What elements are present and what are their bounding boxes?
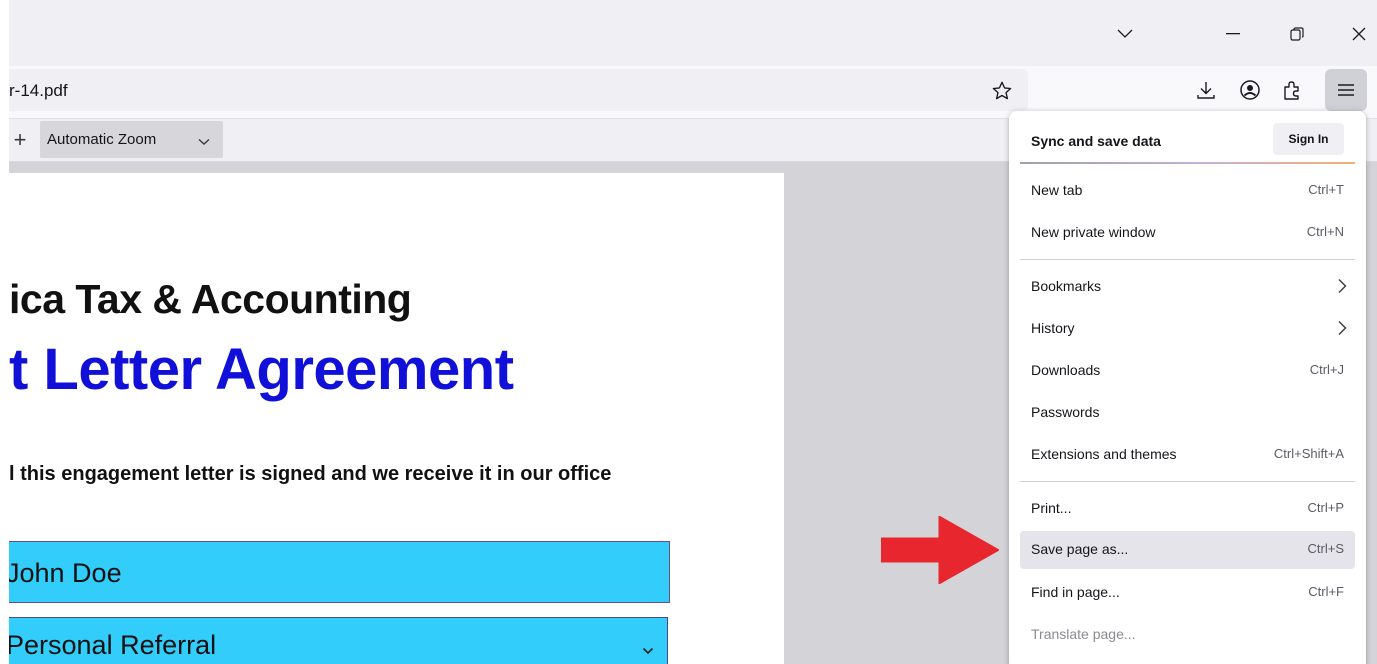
menu-item-label: Print...	[1031, 500, 1072, 516]
menu-item-print[interactable]: Print... Ctrl+P	[1020, 490, 1355, 528]
referral-select[interactable]: Personal Referral	[9, 617, 668, 664]
chevron-down-icon	[198, 133, 210, 151]
url-text[interactable]: r-14.pdf	[9, 81, 68, 101]
menu-item-save-page-as[interactable]: Save page as... Ctrl+S	[1020, 531, 1355, 569]
menu-item-shortcut: Ctrl+T	[1308, 182, 1344, 197]
menu-item-label: Downloads	[1031, 362, 1101, 378]
menu-item-label: Translate page...	[1031, 626, 1136, 642]
menu-header: Sync and save data Sign In	[1009, 111, 1366, 165]
menu-item-passwords[interactable]: Passwords	[1020, 394, 1355, 432]
document-body-text: l this engagement letter is signed and w…	[9, 463, 612, 485]
star-icon[interactable]	[989, 78, 1015, 104]
hamburger-menu-icon[interactable]	[1325, 69, 1367, 111]
menu-item-label: Bookmarks	[1031, 278, 1102, 294]
download-icon[interactable]	[1191, 75, 1221, 105]
menu-item-label: Extensions and themes	[1031, 446, 1177, 462]
menu-item-new-tab[interactable]: New tab Ctrl+T	[1020, 172, 1355, 210]
menu-separator	[1020, 259, 1355, 260]
zoom-select-value: Automatic Zoom	[47, 131, 157, 148]
referral-select-value: Personal Referral	[9, 630, 217, 660]
menu-item-label: New tab	[1031, 182, 1083, 198]
document-heading-company: ica Tax & Accounting	[9, 276, 412, 322]
chevron-down-icon	[642, 642, 654, 660]
name-field-value: John Doe	[9, 558, 122, 588]
menu-item-history[interactable]: History	[1020, 310, 1355, 348]
title-bar	[9, 0, 1377, 66]
menu-item-label: Save page as...	[1031, 541, 1129, 557]
menu-item-shortcut: Ctrl+J	[1309, 362, 1344, 377]
zoom-in-button[interactable]: +	[9, 127, 31, 152]
chevron-right-icon	[1337, 278, 1347, 299]
menu-item-bookmarks[interactable]: Bookmarks	[1020, 268, 1355, 306]
menu-item-downloads[interactable]: Downloads Ctrl+J	[1020, 352, 1355, 390]
menu-item-shortcut: Ctrl+N	[1306, 224, 1344, 239]
sign-in-button[interactable]: Sign In	[1273, 123, 1344, 155]
pdf-page: ica Tax & Accounting t Letter Agreement …	[9, 173, 784, 664]
close-icon[interactable]	[1341, 18, 1377, 50]
menu-item-label: Passwords	[1031, 404, 1100, 420]
menu-item-label: Find in page...	[1031, 584, 1120, 600]
zoom-select[interactable]: Automatic Zoom	[40, 121, 223, 158]
account-icon[interactable]	[1235, 75, 1265, 105]
url-bar[interactable]: r-14.pdf	[9, 69, 1028, 111]
menu-item-shortcut: Ctrl+Shift+A	[1273, 446, 1344, 461]
menu-item-shortcut: Ctrl+P	[1307, 500, 1344, 515]
menu-item-label: New private window	[1031, 224, 1156, 240]
chevron-down-icon[interactable]	[1107, 18, 1143, 50]
red-arrow-icon	[881, 516, 999, 584]
extensions-icon[interactable]	[1277, 75, 1307, 105]
menu-separator	[1020, 162, 1355, 164]
minimize-icon[interactable]	[1215, 18, 1251, 50]
menu-item-find-in-page[interactable]: Find in page... Ctrl+F	[1020, 574, 1355, 612]
menu-item-extensions-and-themes[interactable]: Extensions and themes Ctrl+Shift+A	[1020, 436, 1355, 474]
app-menu-panel: Sync and save data Sign In New tab Ctrl+…	[1009, 111, 1366, 664]
menu-item-new-private-window[interactable]: New private window Ctrl+N	[1020, 214, 1355, 252]
menu-item-shortcut: Ctrl+F	[1308, 584, 1344, 599]
menu-item-shortcut: Ctrl+S	[1307, 541, 1344, 556]
sync-label: Sync and save data	[1031, 133, 1161, 149]
menu-separator	[1020, 481, 1355, 482]
menu-item-translate-page: Translate page...	[1020, 616, 1355, 654]
window-left-edge	[0, 0, 9, 664]
document-heading-title: t Letter Agreement	[9, 337, 514, 402]
menu-item-label: History	[1031, 320, 1075, 336]
name-field[interactable]: John Doe	[9, 541, 670, 603]
chevron-right-icon	[1337, 320, 1347, 341]
restore-icon[interactable]	[1279, 18, 1315, 50]
